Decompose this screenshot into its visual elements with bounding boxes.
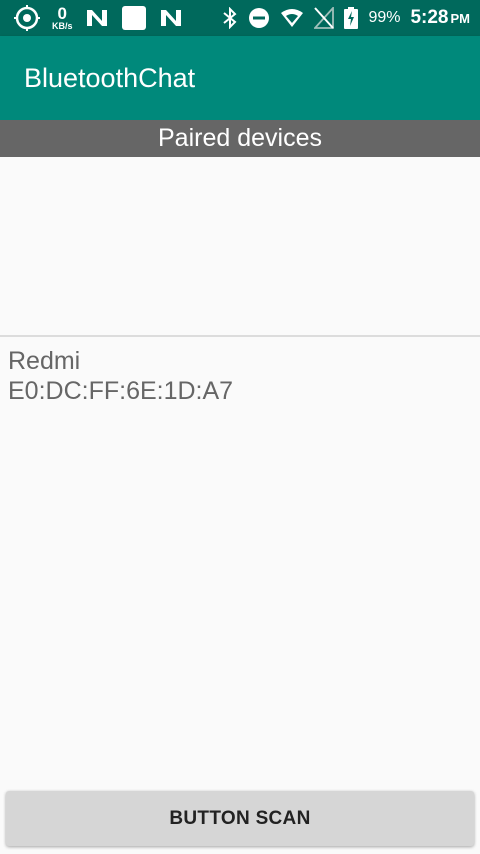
device-list-item[interactable]: Redmi E0:DC:FF:6E:1D:A7 [0, 346, 480, 406]
signal-icon [314, 7, 335, 29]
app-bar: BluetoothChat [0, 36, 480, 120]
n-logo-icon [159, 8, 183, 28]
clock: 5:28 PM [410, 7, 470, 29]
network-speed: 0 KB/s [52, 5, 73, 31]
scan-button[interactable]: BUTTON SCAN [6, 791, 474, 846]
device-address: E0:DC:FF:6E:1D:A7 [8, 377, 234, 405]
dnd-icon [248, 7, 270, 29]
app-title: BluetoothChat [24, 62, 196, 93]
gps-icon [14, 5, 40, 31]
wifi-icon [280, 8, 304, 28]
paired-devices-header: Paired devices [0, 120, 480, 157]
network-speed-unit: KB/s [52, 21, 73, 31]
network-speed-value: 0 [57, 4, 67, 23]
clock-time: 5:28 [410, 7, 449, 28]
clock-ampm: PM [450, 11, 471, 26]
bluetooth-icon [222, 7, 238, 29]
battery-icon [344, 7, 359, 29]
status-bar: 0 KB/s 99% 5:28 PM [0, 0, 480, 36]
n-logo-icon [85, 8, 109, 28]
square-icon [121, 5, 147, 31]
device-name: Redmi [8, 347, 81, 375]
divider [0, 335, 480, 337]
battery-percent: 99% [368, 9, 401, 26]
